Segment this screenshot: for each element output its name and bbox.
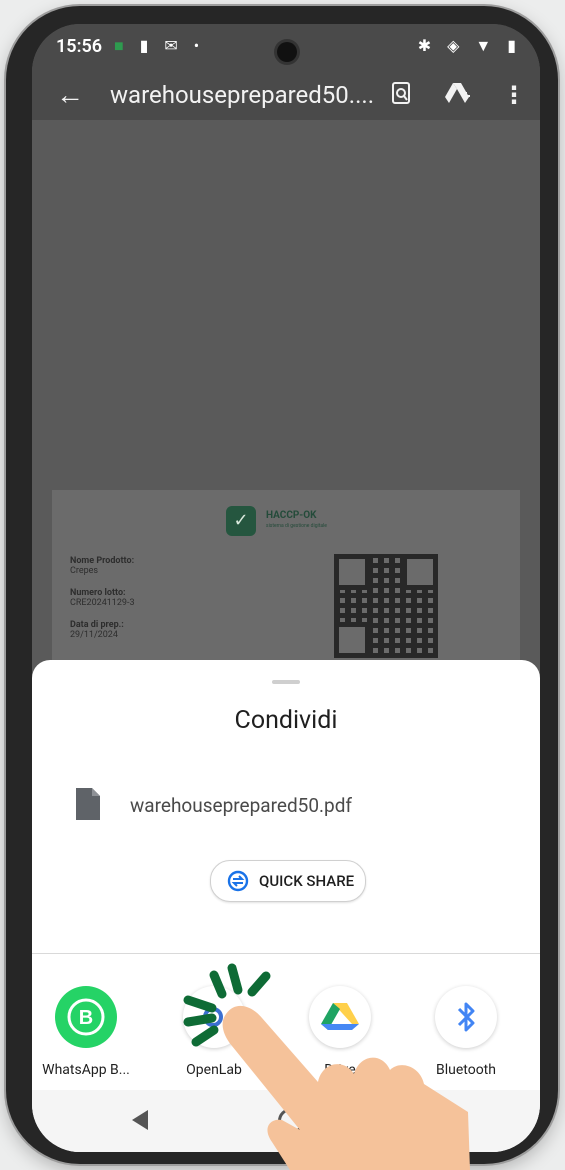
quick-share-icon — [227, 870, 249, 892]
front-camera — [277, 42, 297, 62]
field-date: Data di prep.: 29/11/2024 — [70, 620, 124, 640]
brand-name: HACCP-OK — [266, 510, 317, 521]
share-target-label: Bluetooth — [436, 1062, 496, 1078]
wifi-status-icon: ▼ — [475, 36, 498, 55]
field-product: Nome Prodotto: Crepes — [70, 556, 134, 576]
search-document-icon[interactable] — [390, 81, 412, 111]
status-bar: 15:56 ■ ▮ ✉ • ✱ ◈ ▼ ▮ — [32, 24, 540, 72]
brand-subtitle: sistema di gestione digitale — [266, 523, 327, 529]
file-icon — [76, 788, 100, 820]
sheet-divider — [32, 953, 540, 954]
share-sheet: Condividi warehouseprepared50.pdf QUICK … — [32, 660, 540, 1152]
share-target-bluetooth[interactable]: Bluetooth — [418, 986, 514, 1078]
document-title: warehouseprepared50.... — [110, 81, 375, 109]
file-name: warehouseprepared50.pdf — [130, 794, 353, 817]
app-notification-icon: ■ — [114, 36, 130, 55]
nav-home-icon[interactable] — [278, 1108, 304, 1134]
qr-code — [334, 554, 438, 658]
bluetooth-status-icon: ✱ — [417, 36, 438, 55]
share-target-label: OpenLab — [186, 1062, 242, 1078]
security-notification-icon: ▮ — [139, 36, 155, 55]
sheet-drag-handle[interactable] — [272, 680, 300, 684]
field-label: Data di prep.: — [70, 620, 124, 630]
status-time: 15:56 — [56, 36, 103, 57]
whatsapp-business-icon: B — [55, 986, 117, 1048]
haccp-logo: ✓ — [226, 506, 256, 536]
openlab-icon — [183, 986, 245, 1048]
svg-text:B: B — [79, 1007, 93, 1029]
field-value: 29/11/2024 — [70, 630, 118, 640]
share-target-whatsapp[interactable]: B WhatsApp B... — [38, 986, 134, 1078]
field-label: Numero lotto: — [70, 588, 126, 598]
battery-status-icon: ▮ — [507, 36, 522, 55]
quick-share-button[interactable]: QUICK SHARE — [210, 860, 366, 902]
field-value: Crepes — [70, 566, 99, 576]
app-bar: ← warehouseprepared50.... ⋮ — [32, 72, 540, 120]
back-arrow-icon[interactable]: ← — [56, 78, 84, 111]
more-options-icon[interactable]: ⋮ — [502, 81, 526, 109]
vibrate-status-icon: ◈ — [447, 36, 466, 55]
system-status-icons: ✱ ◈ ▼ ▮ — [418, 36, 522, 56]
sheet-title: Condividi — [234, 706, 338, 735]
share-target-drive[interactable]: Drive — [292, 986, 388, 1078]
bluetooth-icon — [435, 986, 497, 1048]
screen: 15:56 ■ ▮ ✉ • ✱ ◈ ▼ ▮ ← warehouseprepare… — [32, 24, 540, 1152]
field-value: CRE20241129-3 — [70, 598, 135, 608]
share-target-openlab[interactable]: OpenLab — [166, 986, 262, 1078]
share-target-label: Drive — [324, 1062, 356, 1078]
more-notifications-icon: • — [193, 36, 206, 55]
gmail-notification-icon: ✉ — [164, 36, 184, 55]
navigation-bar — [32, 1090, 540, 1152]
notification-icons: ■ ▮ ✉ • — [114, 36, 205, 56]
share-target-label: WhatsApp B... — [42, 1062, 130, 1078]
quick-share-label: QUICK SHARE — [259, 872, 355, 890]
add-to-drive-icon[interactable] — [444, 81, 470, 111]
nav-back-icon[interactable] — [132, 1110, 148, 1130]
google-drive-icon — [309, 986, 371, 1048]
field-lot: Numero lotto: CRE20241129-3 — [70, 588, 135, 608]
field-label: Nome Prodotto: — [70, 556, 135, 566]
